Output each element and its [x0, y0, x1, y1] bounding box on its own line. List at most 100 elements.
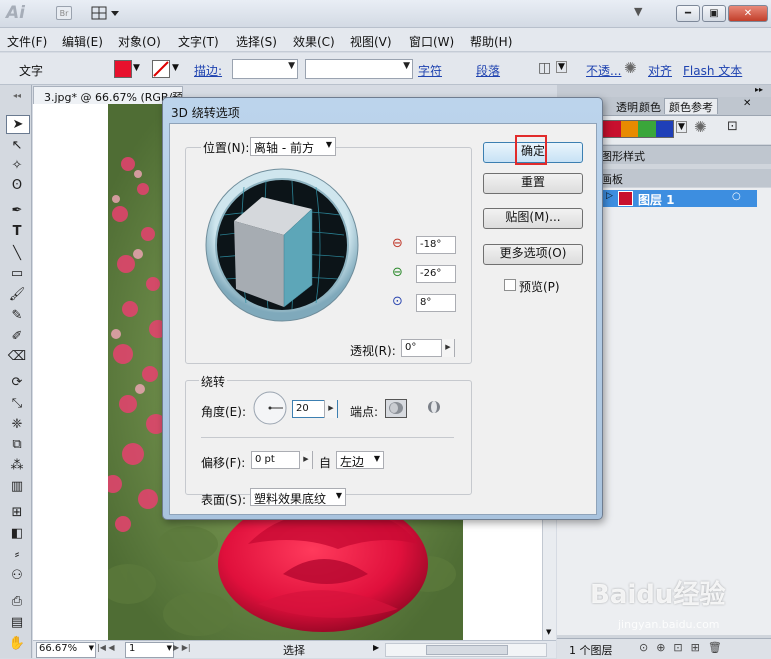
status-menu-arrow-icon[interactable]: ▶	[373, 643, 379, 652]
cap-on-button[interactable]	[385, 399, 407, 418]
artboard-tool-icon[interactable]: ▤	[6, 614, 28, 631]
layer-name[interactable]: 图层 1	[638, 191, 675, 208]
harmony-dropdown-icon[interactable]: ▼	[676, 121, 687, 133]
z-rotation-field[interactable]: 8°	[416, 294, 456, 312]
selection-tool-icon[interactable]: ➤	[6, 115, 30, 134]
stroke-color-swatch[interactable]	[152, 60, 170, 78]
opacity-link[interactable]: 不透...	[586, 62, 621, 79]
surface-dropdown[interactable]: 塑料效果底纹 ▼	[250, 488, 346, 506]
fill-dropdown-arrow-icon[interactable]: ▼	[133, 63, 140, 73]
layer-row[interactable]: ▷ 图层 1 ○	[602, 190, 757, 207]
bridge-button[interactable]: Br	[56, 6, 72, 20]
reset-button[interactable]: 重置	[483, 173, 583, 194]
menu-file[interactable]: 文件(F)	[7, 33, 47, 50]
menu-type[interactable]: 文字(T)	[178, 33, 219, 50]
cap-off-button[interactable]	[425, 399, 443, 418]
magic-wand-tool-icon[interactable]: ✧	[6, 157, 28, 174]
rectangle-tool-icon[interactable]: ▭	[6, 265, 28, 282]
paintbrush-tool-icon[interactable]: 🖌	[6, 286, 28, 303]
offset-field[interactable]: 0 pt ▶	[251, 451, 313, 469]
stroke-weight-dropdown[interactable]: ▼	[232, 59, 298, 79]
layer-actions-icons[interactable]: ⊙⊕⊡⊞🗑	[639, 641, 730, 654]
minimize-button[interactable]: ━	[676, 5, 700, 22]
eraser-tool-icon[interactable]: ⌫	[6, 348, 28, 365]
paragraph-link[interactable]: 段落	[476, 62, 500, 79]
tab-color-guide[interactable]: 颜色参考	[664, 98, 718, 114]
preview-label[interactable]: 预览(P)	[519, 278, 560, 295]
dropdown-arrow-icon[interactable]: ▼	[556, 61, 567, 73]
artboard-number-dropdown[interactable]: 1 ▼	[125, 642, 174, 658]
edit-colors-icon[interactable]: ✺	[694, 118, 707, 136]
free-transform-tool-icon[interactable]: ⧉	[6, 436, 28, 453]
position-dropdown[interactable]: 离轴 - 前方 ▼	[250, 137, 336, 156]
graph-tool-icon[interactable]: ▥	[6, 478, 28, 495]
y-rotation-field[interactable]: -26°	[416, 265, 456, 283]
menu-view[interactable]: 视图(V)	[350, 33, 392, 50]
slice-tool-icon[interactable]: ⎙	[6, 593, 28, 610]
guide-color-swatch[interactable]	[638, 121, 656, 137]
menu-effect[interactable]: 效果(C)	[293, 33, 335, 50]
scale-tool-icon[interactable]: ⤡	[6, 395, 28, 412]
style-dropdown[interactable]: ▼	[305, 59, 413, 79]
horizontal-scrollbar[interactable]	[385, 643, 547, 657]
zoom-dropdown[interactable]: 66.67% ▼	[36, 642, 96, 658]
tab-artboards[interactable]: 画板	[601, 171, 623, 186]
menu-help[interactable]: 帮助(H)	[470, 33, 512, 50]
panel-collapse-icon[interactable]: ▸▸	[755, 85, 763, 94]
arrange-documents-button[interactable]	[91, 6, 121, 21]
pencil-tool-icon[interactable]: ✎	[6, 307, 28, 324]
offset-stepper-icon[interactable]: ▶	[299, 451, 312, 469]
more-options-button[interactable]: 更多选项(O)	[483, 244, 583, 265]
gradient-tool-icon[interactable]: ◧	[6, 525, 28, 542]
perspective-stepper-icon[interactable]: ▶	[441, 339, 454, 357]
guide-color-swatch[interactable]	[620, 121, 638, 137]
menu-select[interactable]: 选择(S)	[236, 33, 277, 50]
rotate-tool-icon[interactable]: ⟳	[6, 374, 28, 391]
panel-collapse-icon[interactable]: ◂◂	[6, 87, 28, 104]
map-art-button[interactable]: 贴图(M)...	[483, 208, 583, 229]
tab-color[interactable]: 颜色	[639, 99, 661, 114]
close-icon[interactable]: ✕	[743, 98, 751, 113]
preview-checkbox[interactable]	[504, 279, 516, 291]
scroll-down-icon[interactable]: ▼	[546, 628, 551, 636]
scroll-thumb[interactable]	[426, 645, 508, 655]
line-tool-icon[interactable]: ╲	[6, 245, 28, 262]
last-artboard-icon[interactable]: ▶ ▶|	[173, 643, 191, 652]
flash-text-link[interactable]: Flash 文本	[683, 62, 742, 79]
save-swatch-icon[interactable]: ⊡	[727, 119, 738, 134]
blend-tool-icon[interactable]: ⚇	[6, 567, 28, 584]
symbol-sprayer-tool-icon[interactable]: ⁂	[6, 457, 28, 474]
align-link[interactable]: 对齐	[648, 62, 672, 79]
guide-color-swatch[interactable]	[655, 121, 673, 137]
character-link[interactable]: 字符	[418, 62, 442, 79]
menu-window[interactable]: 窗口(W)	[409, 33, 454, 50]
stroke-dropdown-arrow-icon[interactable]: ▼	[172, 63, 179, 73]
tab-graphic-styles[interactable]: 图形样式	[601, 148, 645, 163]
stroke-link[interactable]: 描边:	[194, 62, 222, 79]
hand-tool-icon[interactable]: ✋	[6, 635, 28, 652]
pen-tool-icon[interactable]: ✒	[6, 202, 28, 219]
fill-color-swatch[interactable]	[114, 60, 132, 78]
menu-object[interactable]: 对象(O)	[118, 33, 161, 50]
maximize-button[interactable]: ▣	[702, 5, 726, 22]
rotation-trackball[interactable]	[204, 167, 360, 323]
angle-dial[interactable]	[252, 390, 288, 426]
x-rotation-field[interactable]: -18°	[416, 236, 456, 254]
tab-transparency[interactable]: 透明	[616, 99, 638, 114]
angle-field[interactable]: 20 ▶	[292, 400, 338, 418]
type-tool-icon[interactable]: T	[6, 223, 28, 240]
direct-selection-tool-icon[interactable]: ↖	[6, 137, 28, 154]
blob-brush-tool-icon[interactable]: ✐	[6, 328, 28, 345]
restore-arrow-icon[interactable]: ▼	[634, 5, 642, 18]
first-artboard-icon[interactable]: |◀ ◀	[97, 643, 115, 652]
warp-tool-icon[interactable]: ❈	[6, 416, 28, 433]
expand-triangle-icon[interactable]: ▷	[606, 191, 613, 201]
angle-stepper-icon[interactable]: ▶	[324, 400, 337, 418]
eyedropper-tool-icon[interactable]: ⸗	[6, 546, 28, 563]
color-guide-strip[interactable]	[602, 120, 674, 138]
lasso-tool-icon[interactable]: ʘ	[6, 177, 28, 194]
recolor-gear-icon[interactable]: ✺	[624, 59, 637, 77]
layer-target-icon[interactable]: ○	[732, 191, 741, 202]
menu-edit[interactable]: 编辑(E)	[62, 33, 103, 50]
mesh-tool-icon[interactable]: ⊞	[6, 504, 28, 521]
